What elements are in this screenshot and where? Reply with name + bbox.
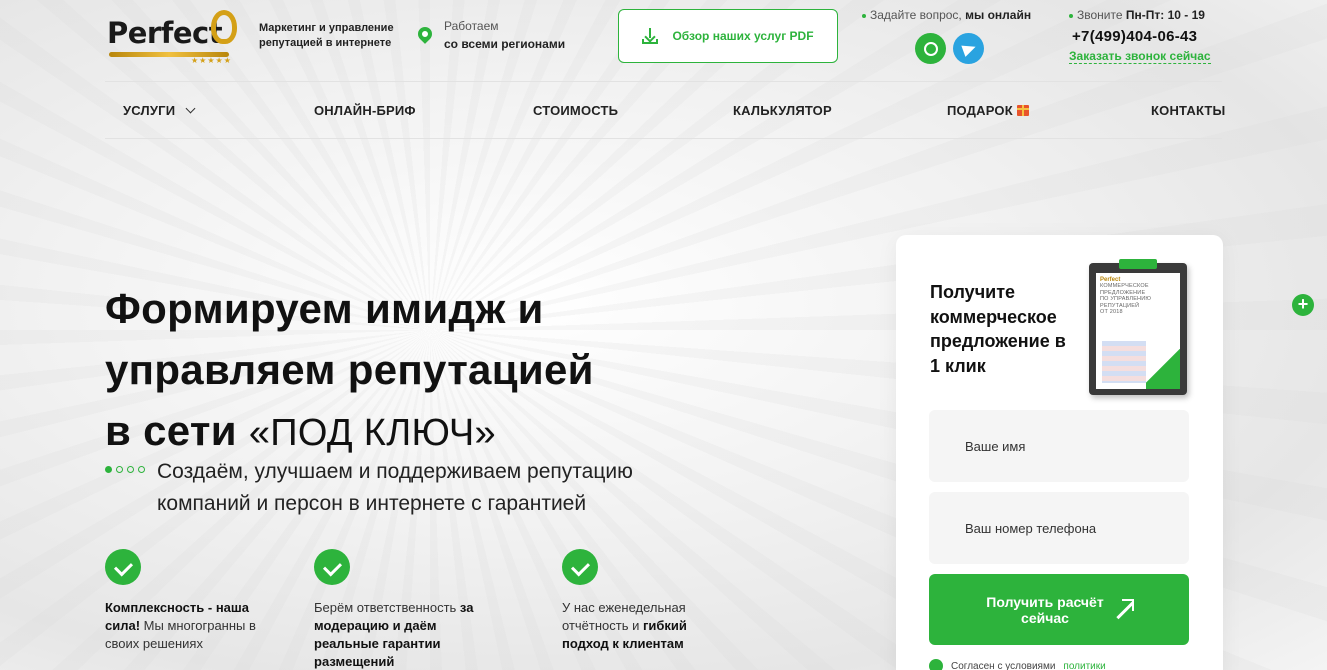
logo-hand-icon	[211, 10, 237, 44]
telegram-button[interactable]	[953, 33, 984, 64]
logo-text: Perfect	[107, 16, 223, 50]
agree-checkbox[interactable]	[929, 659, 943, 670]
hero-subtitle: Создаём, улучшаем и поддерживаем репутац…	[157, 456, 633, 520]
get-quote-label: Получить расчёт сейчас	[986, 593, 1104, 626]
phone-link[interactable]: +7(499)404-06-43	[1072, 28, 1197, 45]
nav-services-label: УСЛУГИ	[123, 103, 176, 118]
chevron-down-icon	[185, 103, 196, 114]
tagline-line2: репутацией в интернете	[259, 37, 392, 49]
paper-corner	[1146, 349, 1180, 389]
whatsapp-icon	[923, 41, 938, 56]
get-quote-button[interactable]: Получить расчёт сейчас	[929, 574, 1189, 645]
whatsapp-button[interactable]	[915, 33, 946, 64]
pdf-overview-button[interactable]: Обзор наших услуг PDF	[618, 9, 838, 63]
hero-subtitle-line1: Создаём, улучшаем и поддерживаем репутац…	[157, 460, 633, 483]
order-call-link[interactable]: Заказать звонок сейчас	[1069, 49, 1211, 64]
nav-gift-label: ПОДАРОК	[947, 103, 1013, 118]
nav-item-contacts[interactable]: КОНТАКТЫ	[1151, 103, 1225, 118]
tagline: Маркетинг и управление репутацией в инте…	[259, 21, 394, 51]
form-title: Получите коммерческое предложение в 1 кл…	[930, 282, 1066, 376]
nav-item-brief[interactable]: ОНЛАЙН-БРИФ	[314, 103, 416, 118]
policy-link[interactable]: политики	[1063, 661, 1105, 670]
phone-input[interactable]	[929, 492, 1189, 564]
agree-text: Согласен с условиями	[951, 660, 1056, 670]
clipboard-illustration: Perfect КОММЕРЧЕСКОЕ ПРЕДЛОЖЕНИЕ ПО УПРА…	[1089, 259, 1187, 395]
ask-text: Задайте вопрос,	[870, 8, 962, 22]
online-dot	[862, 13, 866, 18]
nav-item-services[interactable]: УСЛУГИ	[123, 103, 196, 118]
check-icon	[105, 549, 141, 585]
plus-icon[interactable]: +	[1292, 294, 1314, 316]
feature-1: Комплексность - наша сила! Мы многогранн…	[105, 549, 275, 653]
main-nav: УСЛУГИ ОНЛАЙН-БРИФ СТОИМОСТЬ КАЛЬКУЛЯТОР…	[105, 81, 1225, 139]
logo-stars: ★★★★★	[191, 56, 232, 65]
nav-item-calculator[interactable]: КАЛЬКУЛЯТОР	[733, 103, 832, 118]
hero-title-line1: Формируем имидж и	[105, 285, 544, 332]
download-icon	[642, 28, 659, 44]
hero-subtitle-line2: компаний и персон в интернете с гарантие…	[157, 492, 587, 515]
feature-3: У нас еженедельная отчётность и гибкий п…	[562, 549, 712, 653]
feature-3-text: У нас еженедельная отчётность и гибкий п…	[562, 599, 712, 653]
progress-dots	[105, 466, 145, 473]
paper-line: ОТ 2018	[1100, 309, 1123, 315]
offer-form-card: Получите коммерческое предложение в 1 кл…	[896, 235, 1223, 670]
feature-2-rest: Берём ответственность	[314, 600, 460, 615]
call-hours: Звоните Пн-Пт: 10 - 19	[1069, 8, 1205, 22]
map-pin-icon	[415, 24, 435, 44]
hero-title-bold: в сети	[105, 407, 237, 454]
clipboard-clip	[1119, 259, 1157, 269]
agree-row: Согласен с условиями политики	[929, 659, 1106, 670]
hero-title: Формируем имидж и управляем репутацией в…	[105, 278, 594, 464]
call-text: Звоните	[1077, 8, 1123, 22]
check-icon	[314, 549, 350, 585]
telegram-icon	[961, 40, 978, 57]
feature-2-text: Берём ответственность за модерацию и даё…	[314, 599, 504, 670]
feature-2: Берём ответственность за модерацию и даё…	[314, 549, 504, 670]
hero-title-light: «ПОД КЛЮЧ»	[248, 412, 496, 454]
tagline-line1: Маркетинг и управление	[259, 22, 394, 34]
regions-value: со всеми регионами	[444, 37, 566, 51]
hero-title-line2: управляем репутацией	[105, 346, 594, 393]
nav-item-gift[interactable]: ПОДАРОК	[947, 103, 1029, 118]
hero-title-line3: в сети «ПОД КЛЮЧ»	[105, 400, 594, 464]
nav-item-price[interactable]: СТОИМОСТЬ	[533, 103, 618, 118]
paper-table	[1102, 341, 1146, 383]
ask-bold: мы онлайн	[965, 8, 1032, 22]
logo[interactable]: Perfect ★★★★★	[107, 10, 247, 65]
name-input[interactable]	[929, 410, 1189, 482]
feature-1-text: Комплексность - наша сила! Мы многогранн…	[105, 599, 275, 653]
regions-label: Работаем	[444, 19, 499, 33]
gift-icon	[1016, 105, 1029, 116]
header: Perfect ★★★★★ Маркетинг и управление реп…	[105, 0, 1222, 82]
call-hours-value: Пн-Пт: 10 - 19	[1125, 8, 1205, 22]
clipboard-paper: Perfect КОММЕРЧЕСКОЕ ПРЕДЛОЖЕНИЕ ПО УПРА…	[1096, 273, 1180, 389]
arrow-up-right-icon	[1113, 598, 1134, 620]
pdf-overview-label: Обзор наших услуг PDF	[672, 29, 814, 43]
call-dot	[1069, 13, 1073, 18]
check-icon	[562, 549, 598, 585]
ask-question: Задайте вопрос, мы онлайн	[862, 8, 1031, 22]
